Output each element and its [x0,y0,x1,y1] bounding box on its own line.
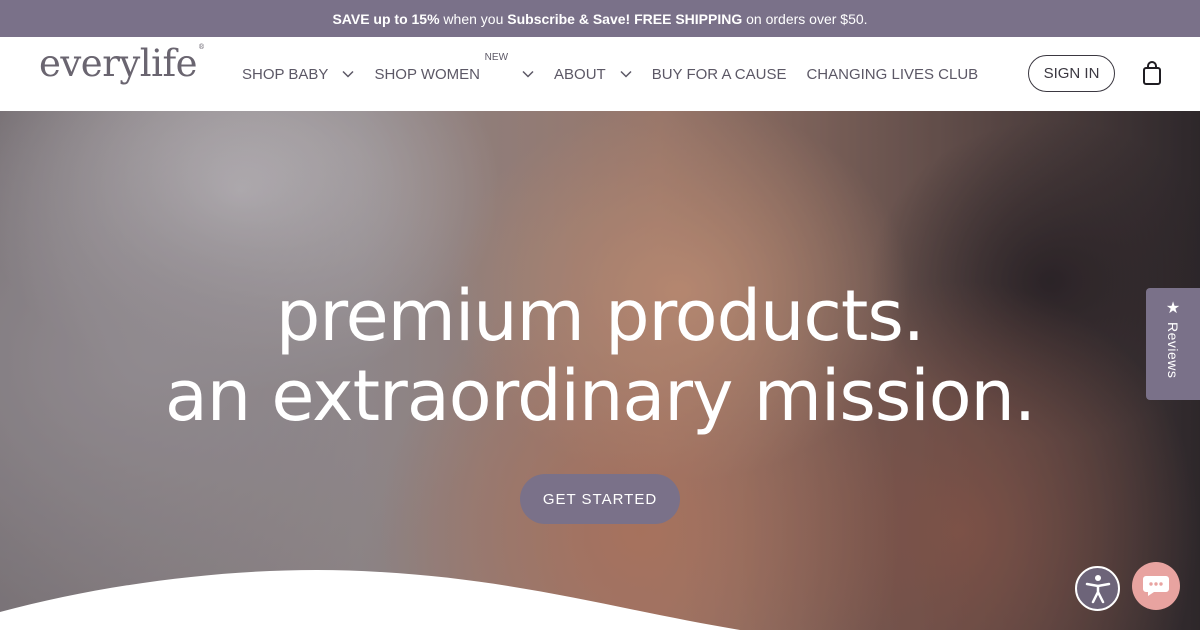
nav-label: SHOP WOMEN [374,65,481,83]
shopping-bag-icon[interactable] [1141,60,1163,86]
nav-shop-women[interactable]: SHOP WOMEN NEW [374,52,534,83]
hero-wave-divider [0,569,740,630]
promo-shipping: FREE SHIPPING [630,10,743,27]
brand-logo[interactable]: everylife® [39,42,205,85]
nav-buy-for-a-cause[interactable]: BUY FOR A CAUSE [652,66,787,83]
nav-label: BUY FOR A CAUSE [651,65,787,83]
nav-label: ABOUT [554,65,606,83]
promo-savings: SAVE up to 15% [332,10,440,27]
trademark-mark: ® [198,42,205,51]
promo-subscribe: Subscribe & Save! [507,10,631,27]
promo-text: when you [439,10,508,27]
promo-threshold: on orders over $50. [742,10,868,27]
hero-headline-line-2: an extraordinary mission. [164,355,1036,437]
nav-label: CHANGING LIVES CLUB [806,65,979,83]
accessibility-button[interactable] [1075,566,1120,611]
site-header: everylife® SHOP BABY SHOP WOMEN NEW ABOU… [0,37,1200,111]
nav-about[interactable]: ABOUT [554,66,632,83]
chat-button[interactable] [1132,562,1180,610]
get-started-button[interactable]: GET STARTED [520,474,680,524]
reviews-label: Reviews [1165,322,1181,379]
hero-headline-line-1: premium products. [275,275,925,357]
nav-changing-lives-club[interactable]: CHANGING LIVES CLUB [806,66,978,83]
promo-banner[interactable]: SAVE up to 15% when you Subscribe & Save… [0,0,1200,37]
chat-bubble-icon [1143,576,1169,596]
nav-shop-baby[interactable]: SHOP BABY [242,66,354,83]
sign-in-button[interactable]: SIGN IN [1028,55,1115,92]
nav-label: SHOP BABY [242,65,329,83]
star-icon: ★ [1165,300,1181,317]
logo-text: everylife [39,42,198,85]
accessibility-icon [1085,574,1110,603]
reviews-tab[interactable]: ★ Reviews [1146,288,1200,400]
new-badge: NEW [484,51,509,63]
chevron-down-icon [522,70,534,78]
main-nav: SHOP BABY SHOP WOMEN NEW ABOUT BUY FOR A… [242,37,978,111]
chevron-down-icon [620,70,632,78]
chevron-down-icon [342,70,354,78]
hero-section: premium products. an extraordinary missi… [0,111,1200,630]
